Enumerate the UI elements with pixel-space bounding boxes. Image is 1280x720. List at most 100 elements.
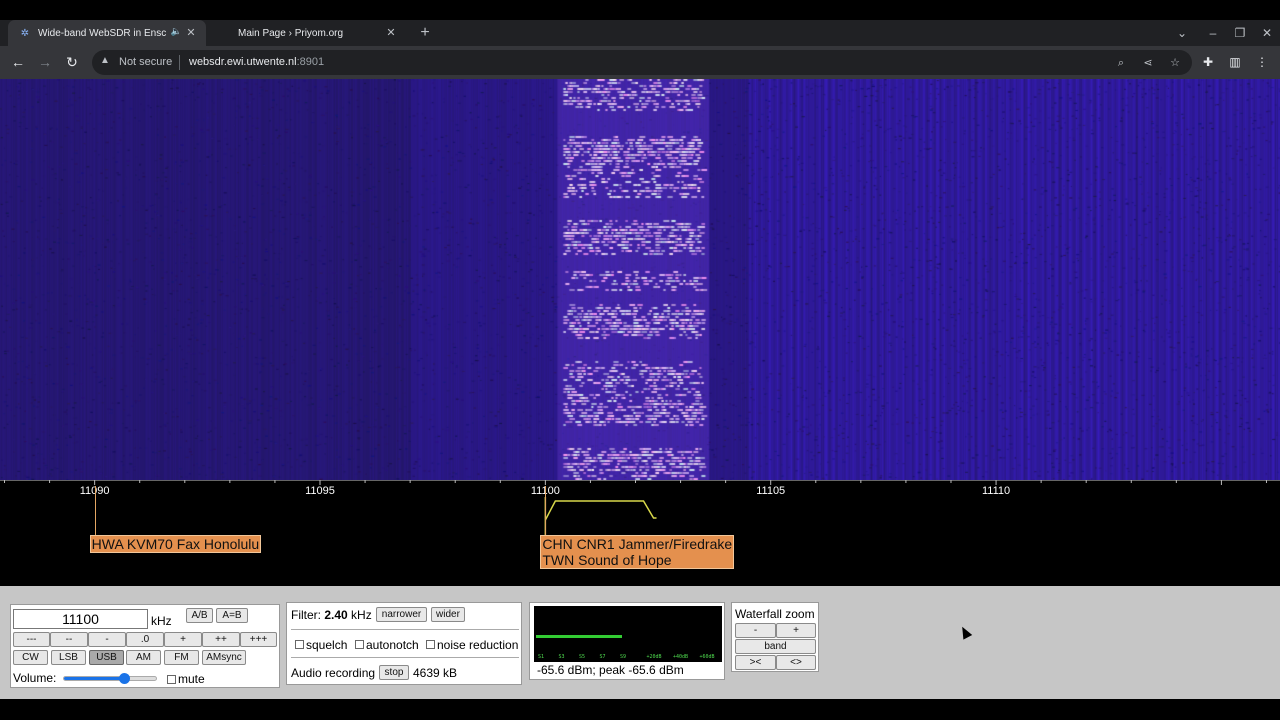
mode-button-amsync[interactable]: AMsync [202,650,246,665]
meter-scale-label: S9 [620,654,627,660]
websdr-favicon-icon: ✲ [20,27,30,39]
url-text[interactable]: websdr.ewi.utwente.nl:8901 [189,56,324,68]
browser-toolbar: ← → ↻ ▲ Not secure websdr.ewi.utwente.nl… [0,46,1280,79]
zoom-icon[interactable]: ⌕ [1113,55,1129,71]
volume-slider[interactable] [63,673,157,684]
side-panel-icon[interactable]: ▥ [1226,53,1244,71]
ab-button[interactable]: A/B [186,608,213,623]
step-down-medium-button[interactable]: -- [50,632,88,647]
divider [179,55,180,70]
step-up-medium-button[interactable]: ++ [202,632,240,647]
tick-label: 11105 [756,485,786,497]
stop-recording-button[interactable]: stop [379,665,409,680]
restore-icon[interactable]: ❐ [1232,24,1248,42]
passband-indicator [544,500,657,521]
signal-reading: -65.6 dBm; peak -65.6 dBm [537,663,684,677]
tab-search-icon[interactable]: ⌄ [1174,24,1190,42]
frequency-input[interactable]: 11100 [13,609,148,629]
bottom-bar [0,699,1280,720]
step-down-large-button[interactable]: --- [13,632,50,647]
security-label[interactable]: Not secure [119,56,172,68]
autonotch-checkbox[interactable] [355,640,364,649]
kebab-menu-icon[interactable]: ⋮ [1253,53,1271,71]
volume-thumb[interactable] [118,673,130,684]
round-frequency-button[interactable]: .0 [126,632,164,647]
mute-checkbox[interactable] [167,675,176,684]
frequency-scale[interactable]: 1109011095111001110511110 HWA KVM70 Fax … [0,480,1280,586]
tab-websdr[interactable]: ✲ Wide-band WebSDR in Ensch 🔈 ✕ [8,20,206,46]
noise-reduction-checkbox[interactable] [426,640,435,649]
narrower-button[interactable]: narrower [376,607,427,622]
zoom-narrow-button[interactable]: >< [735,655,776,670]
waterfall-zoom-title: Waterfall zoom [735,607,815,621]
station-label[interactable]: CHN CNR1 Jammer/Firedrake TWN Sound of Ho… [540,535,735,569]
divider [291,629,519,630]
star-icon[interactable]: ☆ [1167,55,1183,71]
recording-size: 4639 kB [413,666,458,680]
zoom-wide-button[interactable]: <> [776,655,816,670]
mode-button-usb[interactable]: USB [89,650,124,665]
back-icon[interactable]: ← [9,53,27,71]
warning-icon[interactable]: ▲ [100,55,110,66]
step-down-small-button[interactable]: - [88,632,126,647]
scale-graphic [0,480,1280,536]
mode-button-am[interactable]: AM [126,650,161,665]
reload-icon[interactable]: ↻ [63,53,81,71]
zoom-band-button[interactable]: band [735,639,816,654]
address-bar[interactable]: ▲ Not secure websdr.ewi.utwente.nl:8901 … [92,50,1192,75]
close-window-icon[interactable]: ✕ [1259,24,1275,42]
tick-label: 11095 [305,485,335,497]
divider [291,657,519,658]
meter-scale-label: S1 [538,654,545,660]
wider-button[interactable]: wider [431,607,465,622]
noise-reduction-label: noise reduction [437,638,519,652]
meter-scale-label: +20dB [646,654,662,660]
meter-scale-label: +40dB [673,654,689,660]
waterfall-display[interactable] [0,79,1280,480]
station-label-line: HWA KVM70 Fax Honolulu [91,536,260,552]
squelch-label: squelch [306,638,348,652]
mode-button-fm[interactable]: FM [164,650,199,665]
filter-label: Filter: 2.40 kHz [291,608,372,622]
meter-scale-label: S7 [599,654,606,660]
signal-level-bar [536,635,623,638]
volume-label: Volume: [13,671,57,685]
speaker-icon[interactable]: 🔈 [171,26,182,37]
tab-strip: ✲ Wide-band WebSDR in Ensch 🔈 ✕ Main Pag… [0,20,1280,46]
station-label[interactable]: HWA KVM70 Fax Honolulu [89,535,262,553]
control-panel: 11100 kHz A/B A=B --- -- - .0 + ++ +++ C… [0,586,1280,699]
autonotch-label: autonotch [366,638,419,652]
tab-priyom[interactable]: Main Page › Priyom.org ✕ [206,20,406,46]
station-marker [94,486,96,536]
meter-scale-label: S3 [558,654,565,660]
mode-button-lsb[interactable]: LSB [51,650,86,665]
station-marker [545,486,547,536]
signal-meter: S1 S3 S5 S7 S9 +20dB +40dB +60dB [534,606,722,662]
mode-button-cw[interactable]: CW [13,650,48,665]
forward-icon[interactable]: → [36,53,54,71]
tab-title: Wide-band WebSDR in Ensch [38,27,166,39]
tab-title: Main Page › Priyom.org [238,27,344,39]
audio-recording-label: Audio recording [291,666,376,680]
step-up-large-button[interactable]: +++ [240,632,277,647]
puzzle-icon[interactable]: ✚ [1199,53,1217,71]
a-equals-b-button[interactable]: A=B [216,608,248,623]
squelch-checkbox[interactable] [295,640,304,649]
meter-scale-label: +60dB [699,654,715,660]
meter-scale-label: S5 [579,654,586,660]
step-up-small-button[interactable]: + [164,632,202,647]
priyom-favicon-icon [216,26,222,40]
frequency-unit: kHz [151,614,172,628]
zoom-out-button[interactable]: - [735,623,776,638]
tick-label: 11110 [981,485,1011,497]
station-label-line: TWN Sound of Hope [542,552,672,568]
close-tab-icon[interactable]: ✕ [384,26,398,40]
share-icon[interactable]: ⋖ [1140,55,1156,71]
signal-meter-box: S1 S3 S5 S7 S9 +20dB +40dB +60dB -65.6 dBm; pea… [529,602,725,680]
filter-box: Filter: 2.40 kHz narrower wider squelch … [286,602,522,685]
mute-label: mute [178,672,205,686]
minimize-icon[interactable]: – [1205,24,1221,42]
close-tab-icon[interactable]: ✕ [184,26,198,40]
zoom-in-button[interactable]: + [776,623,816,638]
new-tab-icon[interactable]: + [416,22,434,44]
